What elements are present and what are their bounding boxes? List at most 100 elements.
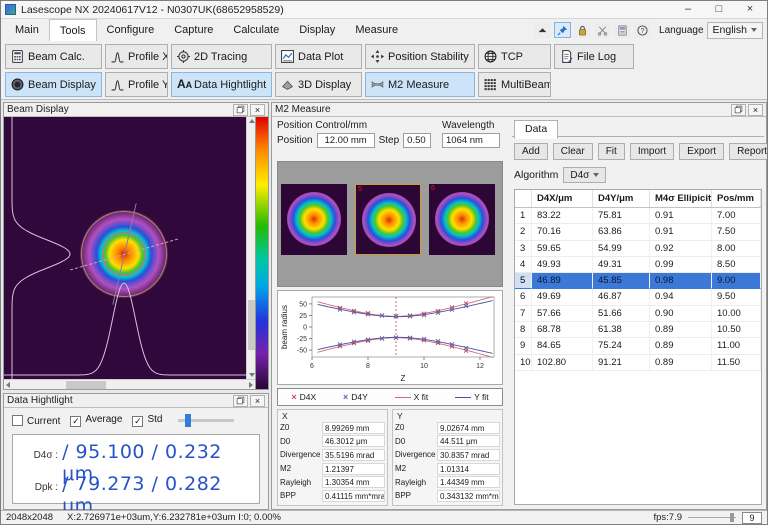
- toolbar-button-multibeam[interactable]: MultiBeam: [478, 72, 551, 97]
- menu-item-main[interactable]: Main: [5, 19, 49, 41]
- scroll-left-icon[interactable]: [6, 382, 10, 388]
- restore-icon[interactable]: [731, 104, 746, 116]
- checkbox-checked-icon: ✓: [132, 416, 143, 427]
- import-button[interactable]: Import: [630, 143, 674, 160]
- fps-value-box[interactable]: 9: [742, 512, 762, 524]
- report-button[interactable]: Report: [729, 143, 768, 160]
- row-number: 10: [515, 355, 532, 371]
- lock-icon[interactable]: [574, 22, 591, 38]
- toolbar-button-m2-measure[interactable]: M2 Measure: [365, 72, 475, 97]
- minimize-button[interactable]: –: [675, 2, 701, 18]
- toolbar-button-file-log[interactable]: File Log: [554, 44, 634, 69]
- table-row[interactable]: 546.8945.850.989.00: [515, 273, 761, 289]
- menu-item-configure[interactable]: Configure: [97, 19, 165, 41]
- help-icon[interactable]: ?: [634, 22, 651, 38]
- checkbox-label: Average: [85, 414, 122, 425]
- highlight-row: Dpk :/ 79.273 / 0.282 μm: [23, 473, 255, 505]
- profile-icon: [111, 50, 124, 63]
- plot-legend: ×D4X×D4YX fitY fit: [277, 388, 503, 406]
- scissors-icon[interactable]: [594, 22, 611, 38]
- column-header[interactable]: Pos/mm: [712, 190, 761, 207]
- vertical-scroll-thumb[interactable]: [248, 300, 255, 350]
- column-header[interactable]: D4Y/μm: [593, 190, 650, 207]
- close-icon[interactable]: ×: [748, 104, 763, 116]
- toolbar-button-label: Data Hightlight: [194, 79, 266, 91]
- table-row[interactable]: 649.6946.870.949.50: [515, 289, 761, 305]
- maximize-button[interactable]: □: [706, 2, 732, 18]
- data-highlight-panel: Data Hightlight × Current✓Average✓Std D4…: [3, 393, 269, 510]
- fps-slider[interactable]: [688, 513, 736, 522]
- scroll-down-icon[interactable]: [249, 373, 255, 377]
- fit-row-m2: M21.21397: [280, 462, 385, 476]
- toolbar-button-beam-display[interactable]: Beam Display: [5, 72, 102, 97]
- position-control-group: Position Control/mm Position 12.00 mm St…: [277, 120, 437, 148]
- restore-icon[interactable]: [233, 104, 248, 116]
- fit-param-label: M2: [395, 464, 437, 473]
- fps-text: fps:7.9: [653, 512, 682, 523]
- table-row[interactable]: 868.7861.380.8910.50: [515, 322, 761, 338]
- fit-button[interactable]: Fit: [598, 143, 625, 160]
- algorithm-label: Algorithm: [514, 169, 558, 181]
- table-row[interactable]: 449.9349.310.998.50: [515, 257, 761, 273]
- close-icon[interactable]: ×: [250, 104, 265, 116]
- clear-button[interactable]: Clear: [553, 143, 593, 160]
- position-input[interactable]: 12.00 mm: [317, 133, 375, 148]
- toolbar-button-data-hightlight[interactable]: AAData Hightlight: [171, 72, 272, 97]
- toolbar-button-2d-tracing[interactable]: 2D Tracing: [171, 44, 272, 69]
- close-button[interactable]: ×: [737, 2, 763, 18]
- checkbox-current[interactable]: Current: [12, 415, 60, 427]
- collapse-icon[interactable]: [534, 22, 551, 38]
- vertical-scrollbar[interactable]: [246, 117, 255, 379]
- step-input[interactable]: 0.50: [403, 133, 431, 148]
- checkbox-std[interactable]: ✓Std: [132, 414, 162, 427]
- fit-row-d0: D044.511 μm: [395, 435, 500, 449]
- menu-item-capture[interactable]: Capture: [164, 19, 223, 41]
- highlight-row: D4σ :/ 95.100 / 0.232 μm: [23, 441, 255, 473]
- fps-slider-thumb[interactable]: [730, 513, 734, 522]
- menu-item-display[interactable]: Display: [289, 19, 345, 41]
- snapshot-icon[interactable]: [614, 22, 631, 38]
- toolbar-button-data-plot[interactable]: Data Plot: [275, 44, 362, 69]
- menu-item-tools[interactable]: Tools: [49, 19, 97, 41]
- table-row[interactable]: 183.2275.810.917.00: [515, 208, 761, 224]
- algorithm-select[interactable]: D4σ: [563, 167, 606, 183]
- table-cell: 11.00: [712, 338, 761, 354]
- column-header[interactable]: M4σ Ellipicit: [650, 190, 712, 207]
- add-button[interactable]: Add: [514, 143, 548, 160]
- beam-thumbnail[interactable]: [281, 184, 347, 255]
- toolbar-button-profile-x[interactable]: Profile X: [105, 44, 168, 69]
- checkbox-average[interactable]: ✓Average: [70, 414, 122, 427]
- fit-param-value: 1.30354 mm: [322, 476, 385, 488]
- table-row[interactable]: 757.6651.660.9010.00: [515, 306, 761, 322]
- toolbar-button-position-stability[interactable]: Position Stability: [365, 44, 475, 69]
- slider-thumb[interactable]: [185, 414, 191, 427]
- menu-item-measure[interactable]: Measure: [345, 19, 408, 41]
- table-row[interactable]: 10102.8091.210.8911.50: [515, 355, 761, 371]
- pin-icon[interactable]: [554, 22, 571, 38]
- beam-thumbnail[interactable]: 6: [429, 184, 495, 255]
- scroll-up-icon[interactable]: [249, 119, 255, 123]
- close-icon[interactable]: ×: [250, 395, 265, 407]
- toolbar-button-3d-display[interactable]: 3D Display: [275, 72, 362, 97]
- column-header[interactable]: D4X/μm: [532, 190, 593, 207]
- menu-item-calculate[interactable]: Calculate: [223, 19, 289, 41]
- std-weight-slider[interactable]: [178, 414, 234, 427]
- toolbar-button-label: Profile X: [128, 51, 168, 63]
- table-row[interactable]: 270.1663.860.917.50: [515, 224, 761, 240]
- restore-icon[interactable]: [233, 395, 248, 407]
- language-select[interactable]: English: [707, 22, 763, 39]
- scroll-right-icon[interactable]: [249, 382, 253, 388]
- horizontal-scroll-thumb[interactable]: [66, 381, 106, 389]
- toolbar-button-tcp[interactable]: TCP: [478, 44, 551, 69]
- tab-data[interactable]: Data: [514, 120, 558, 139]
- toolbar-button-beam-calc-[interactable]: Beam Calc.: [5, 44, 102, 69]
- beam-image[interactable]: [4, 117, 246, 379]
- horizontal-scrollbar[interactable]: [4, 379, 255, 389]
- beam-thumbnail[interactable]: 5: [355, 184, 421, 255]
- column-header[interactable]: [515, 190, 532, 207]
- table-row[interactable]: 984.6575.240.8911.00: [515, 338, 761, 354]
- table-row[interactable]: 359.6554.990.928.00: [515, 241, 761, 257]
- toolbar-button-profile-y[interactable]: Profile Y: [105, 72, 168, 97]
- export-button[interactable]: Export: [679, 143, 724, 160]
- wavelength-input[interactable]: 1064 nm: [442, 133, 500, 148]
